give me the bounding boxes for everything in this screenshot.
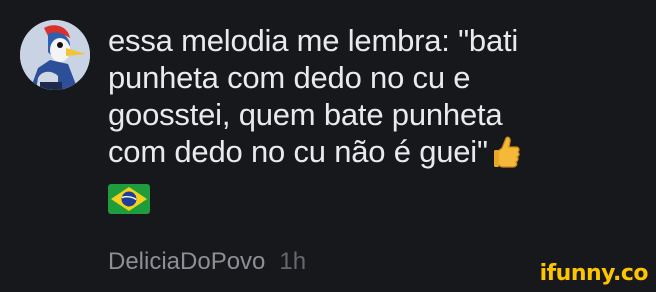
- ifunny-watermark: ifunny.co: [539, 261, 649, 286]
- avatar[interactable]: [20, 20, 90, 90]
- thumbs-up-icon: [493, 136, 520, 176]
- brazil-flag-icon: [108, 184, 150, 214]
- comment-meta: DeliciaDoPovo 1h: [108, 248, 306, 276]
- username[interactable]: DeliciaDoPovo: [108, 248, 265, 275]
- comment-body: essa melodia me lembra: "bati punheta co…: [108, 22, 628, 214]
- comment-text-content: essa melodia me lembra: "bati punheta co…: [108, 23, 519, 169]
- comment-screen: essa melodia me lembra: "bati punheta co…: [0, 0, 656, 292]
- woodpecker-avatar-icon: [20, 20, 90, 90]
- timestamp: 1h: [279, 248, 307, 275]
- comment-text: essa melodia me lembra: "bati punheta co…: [108, 22, 628, 176]
